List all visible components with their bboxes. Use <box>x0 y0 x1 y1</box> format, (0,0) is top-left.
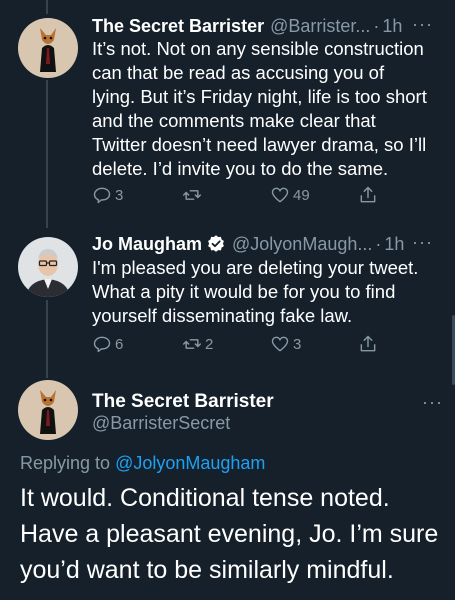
more-options-icon[interactable]: ··· <box>422 392 443 413</box>
avatar[interactable] <box>18 18 78 78</box>
like-count: 49 <box>293 186 310 204</box>
author-name[interactable]: Jo Maugham <box>92 233 202 255</box>
share-icon <box>360 186 376 203</box>
tweet-actions: 3 49 <box>92 185 392 209</box>
reply-icon <box>93 187 111 204</box>
author-handle[interactable]: @Barrister... <box>270 15 370 37</box>
replying-to: Replying to @JolyonMaugham <box>20 453 265 474</box>
like-count: 3 <box>293 335 302 353</box>
fox-avatar-icon <box>18 380 78 440</box>
retweet-count: 2 <box>205 335 214 353</box>
verified-badge-icon <box>208 235 224 252</box>
fox-avatar-icon <box>18 18 78 78</box>
more-options-icon[interactable]: ··· <box>412 13 433 35</box>
retweet-button[interactable]: 2 <box>182 334 213 354</box>
separator: · <box>375 234 382 254</box>
separator: · <box>373 16 380 36</box>
share-button[interactable] <box>358 334 378 354</box>
author-name[interactable]: The Secret Barrister <box>92 15 264 37</box>
reply-count: 3 <box>115 186 124 204</box>
author-handle[interactable]: @BarristerSecret <box>92 413 230 434</box>
avatar[interactable] <box>18 237 78 297</box>
tweet-text: I'm pleased you are deleting your tweet.… <box>92 257 419 326</box>
timestamp[interactable]: 1h <box>382 15 402 37</box>
share-icon <box>360 335 376 352</box>
heart-icon <box>271 336 289 352</box>
like-button[interactable]: 3 <box>270 334 301 354</box>
more-options-icon[interactable]: ··· <box>412 231 433 253</box>
reply-button[interactable]: 6 <box>92 334 123 354</box>
author-name[interactable]: The Secret Barrister <box>92 391 274 413</box>
replying-to-link[interactable]: @JolyonMaugham <box>115 453 265 473</box>
like-button[interactable]: 49 <box>270 185 310 205</box>
avatar[interactable] <box>18 380 78 440</box>
reply-icon <box>93 336 111 353</box>
thread-line-lower <box>46 300 48 378</box>
reply-count: 6 <box>115 335 124 353</box>
replying-prefix: Replying to <box>20 453 111 473</box>
share-button[interactable] <box>358 185 378 205</box>
thread-line-top <box>46 0 48 14</box>
retweet-icon <box>182 339 202 349</box>
tweet-actions: 6 2 3 <box>92 334 392 358</box>
main-tweet-text: It would. Conditional tense noted. Have … <box>20 484 439 584</box>
retweet-button[interactable] <box>182 185 205 205</box>
person-avatar-icon <box>18 237 78 297</box>
reply-button[interactable]: 3 <box>92 185 123 205</box>
retweet-icon <box>182 190 202 200</box>
tweet-text: It’s not. Not on any sensible constructi… <box>92 38 427 179</box>
thread-line-middle <box>46 80 48 228</box>
heart-icon <box>271 187 289 203</box>
timestamp[interactable]: 1h <box>384 233 404 255</box>
author-handle[interactable]: @JolyonMaugh... <box>232 233 372 255</box>
